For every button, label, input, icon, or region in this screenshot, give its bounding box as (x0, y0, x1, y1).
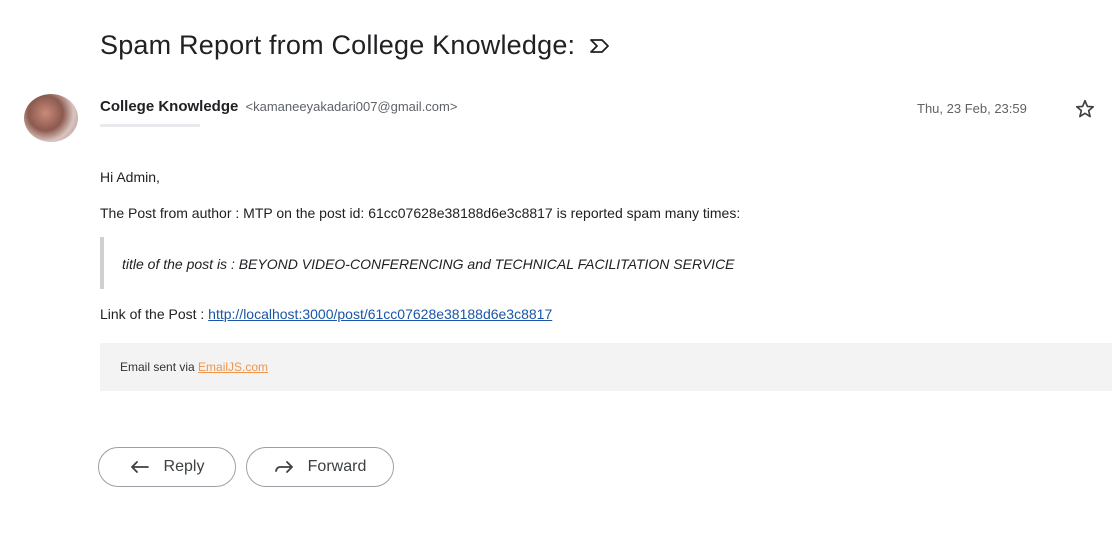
forward-arrow-icon (274, 461, 293, 473)
report-line: The Post from author : MTP on the post i… (100, 205, 741, 221)
reply-button[interactable]: Reply (98, 447, 236, 487)
sender-info: College Knowledge <kamaneeyakadari007@gm… (100, 98, 457, 115)
recipient-details[interactable] (100, 124, 200, 127)
link-prefix: Link of the Post : (100, 306, 209, 322)
subject-row: Spam Report from College Knowledge: (100, 30, 611, 61)
email-subject: Spam Report from College Knowledge: (100, 30, 576, 60)
sender-avatar[interactable] (24, 94, 78, 142)
email-view: Spam Report from College Knowledge: Coll… (0, 0, 1112, 540)
post-link-line: Link of the Post : http://localhost:3000… (100, 306, 552, 322)
reply-arrow-icon (130, 461, 149, 473)
emailjs-link[interactable]: EmailJS.com (198, 360, 268, 374)
star-icon[interactable] (1074, 98, 1096, 120)
important-marker-icon[interactable] (589, 38, 611, 54)
email-date: Thu, 23 Feb, 23:59 (917, 101, 1027, 116)
forward-button[interactable]: Forward (246, 447, 394, 487)
forward-label: Forward (307, 458, 367, 475)
sender-name[interactable]: College Knowledge (100, 98, 238, 115)
post-link[interactable]: http://localhost:3000/post/61cc07628e381… (208, 306, 552, 322)
footer-text: Email sent via EmailJS.com (120, 360, 268, 374)
footer-prefix: Email sent via (120, 360, 199, 374)
reply-label: Reply (163, 458, 205, 475)
post-title-text: title of the post is : BEYOND VIDEO-CONF… (122, 256, 735, 272)
sender-email: <kamaneeyakadari007@gmail.com> (245, 99, 458, 114)
email-greeting: Hi Admin, (100, 169, 160, 185)
post-title-quote: title of the post is : BEYOND VIDEO-CONF… (100, 237, 904, 289)
email-footer: Email sent via EmailJS.com (100, 343, 1112, 391)
